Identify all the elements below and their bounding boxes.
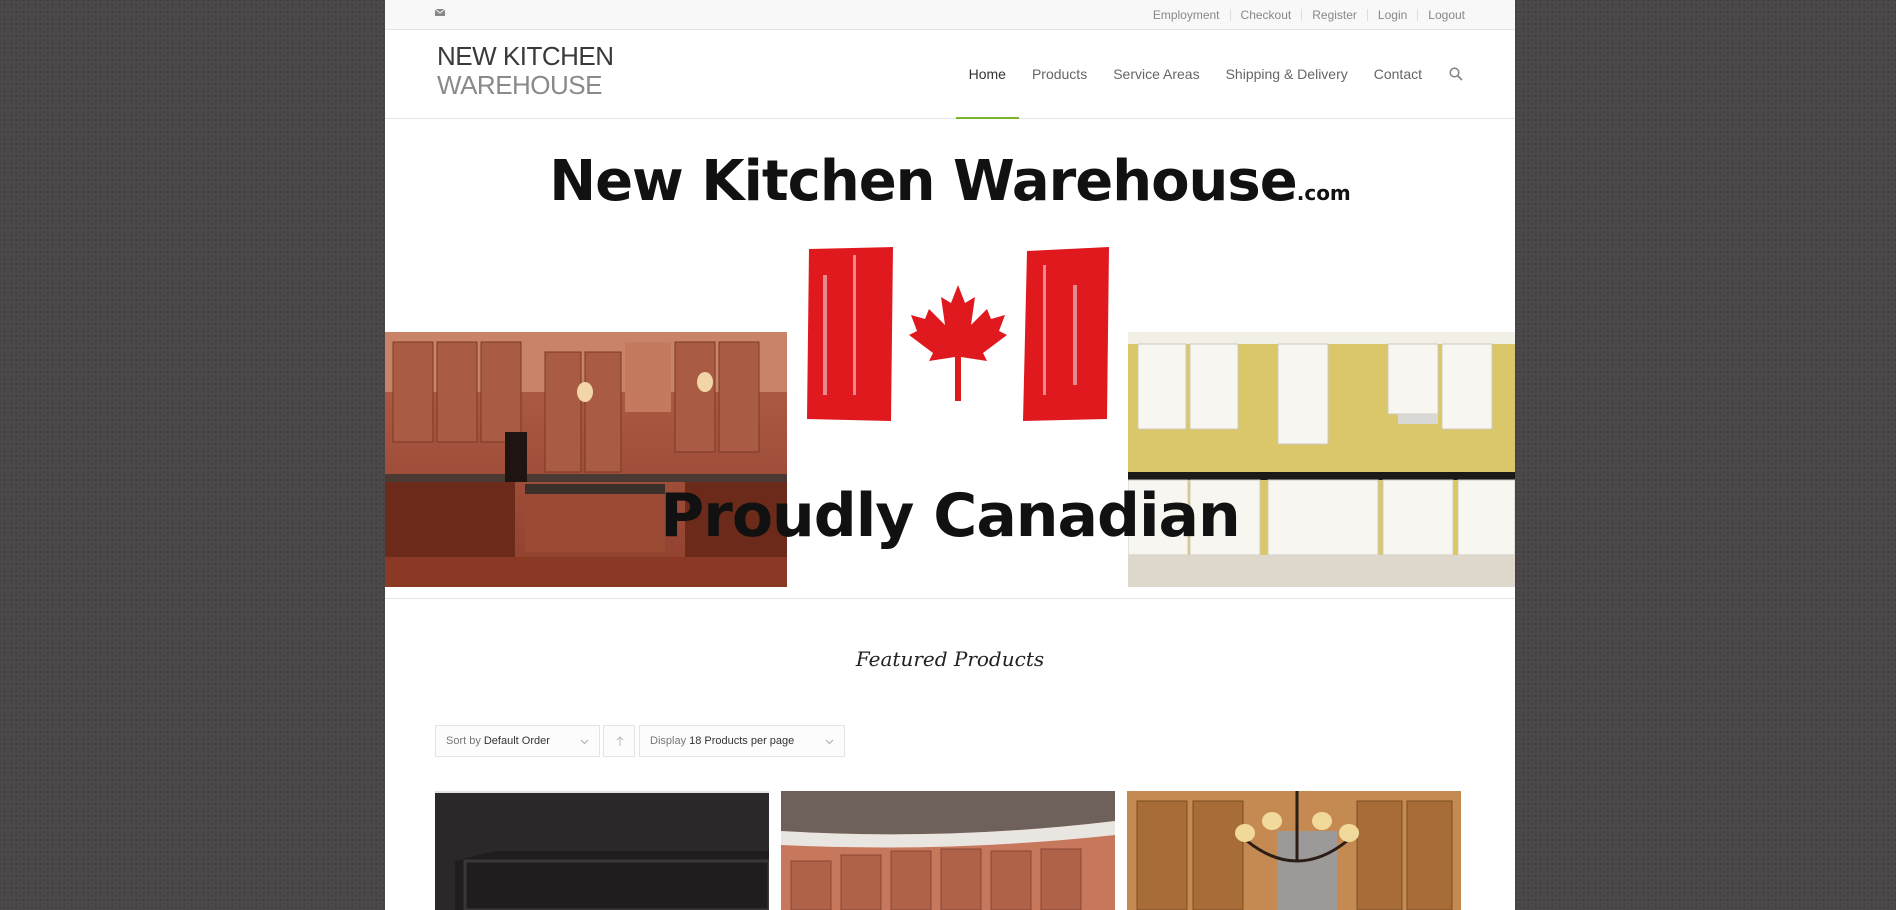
sort-value: Default Order — [483, 735, 550, 747]
top-bar: Employment Checkout Register Login Logou… — [385, 0, 1515, 30]
register-link[interactable]: Register — [1301, 8, 1367, 21]
logout-link[interactable]: Logout — [1417, 8, 1465, 21]
employment-link[interactable]: Employment — [1143, 9, 1230, 21]
product-card-3[interactable] — [1127, 791, 1461, 910]
display-prefix: Display — [650, 735, 687, 747]
hero-tagline: Proudly Canadian — [660, 481, 1240, 551]
nav-item-contact[interactable]: Contact — [1361, 30, 1435, 118]
hero-banner: New Kitchen Warehouse.com Proudly Canadi… — [385, 119, 1515, 599]
sort-order-select[interactable]: Sort by Default Order — [435, 725, 600, 757]
site-logo[interactable]: NEW KITCHEN WAREHOUSE — [437, 41, 614, 102]
search-icon — [1449, 67, 1463, 81]
logo-line-2: WAREHOUSE — [437, 70, 603, 100]
top-links: Employment Checkout Register Login Logou… — [1143, 0, 1465, 29]
nav-item-service-areas[interactable]: Service Areas — [1100, 30, 1212, 118]
arrow-up-icon — [616, 736, 624, 746]
main-nav: Home Products Service Areas Shipping & D… — [955, 30, 1475, 119]
nav-item-shipping-delivery[interactable]: Shipping & Delivery — [1213, 30, 1361, 118]
page-container: Employment Checkout Register Login Logou… — [385, 0, 1515, 910]
chevron-down-icon — [580, 739, 589, 745]
product-image — [781, 791, 1115, 910]
sort-direction-button[interactable] — [603, 725, 635, 757]
nav-item-products[interactable]: Products — [1019, 30, 1100, 118]
checkout-link[interactable]: Checkout — [1229, 8, 1302, 21]
hero-brand-text: New Kitchen Warehouse.com — [385, 149, 1515, 214]
hero-brand-suffix: .com — [1296, 181, 1351, 205]
nav-item-home[interactable]: Home — [955, 30, 1020, 119]
canadian-flag-image — [803, 245, 1113, 423]
login-link[interactable]: Login — [1366, 8, 1417, 21]
search-button[interactable] — [1435, 30, 1475, 118]
site-header: NEW KITCHEN WAREHOUSE Home Products Serv… — [385, 30, 1515, 119]
product-card-1[interactable] — [435, 791, 769, 910]
chevron-down-icon — [825, 739, 834, 745]
product-card-2[interactable] — [781, 791, 1115, 910]
featured-products-title: Featured Products — [855, 647, 1045, 671]
product-image — [435, 791, 769, 910]
logo-line-1: NEW KITCHEN — [437, 41, 614, 71]
display-value: 18 Products per page — [689, 735, 795, 747]
hero-brand-name: New Kitchen Warehouse — [549, 149, 1298, 214]
sort-prefix: Sort by — [446, 735, 481, 747]
hero-divider — [385, 598, 1515, 599]
mail-icon[interactable] — [435, 9, 445, 16]
products-per-page-select[interactable]: Display 18 Products per page — [639, 725, 845, 757]
product-image — [1127, 791, 1461, 910]
